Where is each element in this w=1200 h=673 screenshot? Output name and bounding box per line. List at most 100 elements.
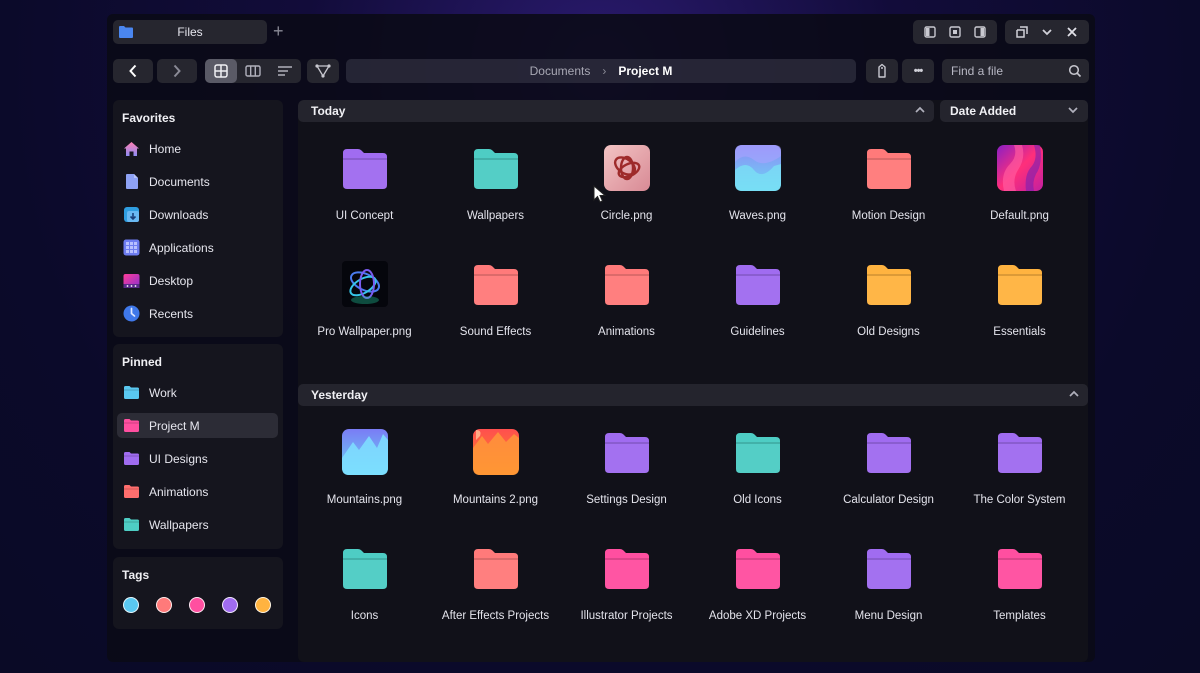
image-thumbnail-icon [603,144,651,192]
grid-view-button[interactable] [205,59,237,83]
item-label: Animations [598,326,655,338]
sidebar-item-wallpapers[interactable]: Wallpapers [117,512,278,537]
more-options-button[interactable]: ••• [902,59,934,83]
image-thumbnail-icon [472,428,520,476]
folder-icon [603,431,651,479]
item-label: Illustrator Projects [580,610,673,622]
folder-item-after-effects-projects[interactable]: After Effects Projects [430,544,561,644]
folder-item-old-designs[interactable]: Old Designs [823,260,954,360]
sidebar-right-toggle-icon[interactable] [971,23,989,41]
tags-title: Tags [122,568,150,582]
folder-item-motion-design[interactable]: Motion Design [823,144,954,244]
sidebar-item-applications[interactable]: Applications [117,235,278,260]
folder-item-wallpapers[interactable]: Wallpapers [430,144,561,244]
item-label: Wallpapers [466,210,525,222]
list-icon [278,66,292,76]
item-label: Adobe XD Projects [708,610,807,622]
section-title: Yesterday [311,388,368,402]
folder-item-calculator-design[interactable]: Calculator Design [823,428,954,528]
chevron-down-icon [1067,104,1079,119]
folder-item-adobe-xd-projects[interactable]: Adobe XD Projects [692,544,823,644]
chevron-up-icon[interactable] [914,104,926,119]
sidebar-item-work[interactable]: Work [117,380,278,405]
folder-icon [996,263,1044,311]
folder-item-old-icons[interactable]: Old Icons [692,428,823,528]
tab-files[interactable]: Files [113,20,267,44]
tag-purple[interactable] [222,597,238,613]
list-view-button[interactable] [269,59,301,83]
folder-item-guidelines[interactable]: Guidelines [692,260,823,360]
column-view-button[interactable] [237,59,269,83]
file-item-waves-png[interactable]: Waves.png [692,144,823,244]
breadcrumb-separator-icon: › [602,64,607,78]
item-label: Pro Wallpaper.png [317,326,412,338]
new-tab-button[interactable]: + [273,21,284,42]
file-item-mountains-2-png[interactable]: Mountains 2.png [430,428,561,528]
sidebar-item-animations[interactable]: Animations [117,479,278,504]
view-mode-switcher [205,59,301,83]
folder-icon [123,384,140,401]
image-thumbnail-icon [341,428,389,476]
folder-item-animations[interactable]: Animations [561,260,692,360]
sort-dropdown[interactable]: Date Added [940,100,1088,122]
sidebar-item-home[interactable]: Home [117,136,278,161]
folder-item-templates[interactable]: Templates [954,544,1085,644]
clock-icon [123,305,140,322]
file-item-default-png[interactable]: Default.png [954,144,1085,244]
file-item-pro-wallpaper-png[interactable]: Pro Wallpaper.png [299,260,430,360]
tag-button[interactable] [866,59,898,83]
forward-button[interactable] [157,59,197,83]
file-item-circle-png[interactable]: Circle.png [561,144,692,244]
breadcrumb-documents[interactable]: Documents [530,64,591,78]
sidebar-item-desktop[interactable]: Desktop [117,268,278,293]
breadcrumb-project-m[interactable]: Project M [618,64,672,78]
back-button[interactable] [113,59,153,83]
tag-blue[interactable] [123,597,139,613]
item-label: Settings Design [586,494,667,506]
sidebar-item-label: Wallpapers [149,517,209,532]
search-icon[interactable] [1068,64,1082,83]
folder-item-menu-design[interactable]: Menu Design [823,544,954,644]
section-header-today[interactable]: Today [298,100,934,122]
tag-orange[interactable] [255,597,271,613]
folder-item-essentials[interactable]: Essentials [954,260,1085,360]
tag-coral[interactable] [156,597,172,613]
tag-pink[interactable] [189,597,205,613]
download-icon [123,206,140,223]
chevron-up-icon[interactable] [1068,388,1080,403]
folder-item-illustrator-projects[interactable]: Illustrator Projects [561,544,692,644]
search-input[interactable] [951,64,1061,78]
item-label: Old Designs [857,326,920,338]
minimize-chevron-icon[interactable] [1038,23,1056,41]
folder-item-ui-concept[interactable]: UI Concept [299,144,430,244]
item-label: Guidelines [730,326,785,338]
sidebar-item-label: Work [149,385,177,400]
search-box [942,59,1089,83]
folder-icon [118,25,134,44]
folder-item-icons[interactable]: Icons [299,544,430,644]
file-item-mountains-png[interactable]: Mountains.png [299,428,430,528]
sidebar-item-recents[interactable]: Recents [117,301,278,326]
sidebar-item-ui-designs[interactable]: UI Designs [117,446,278,471]
folder-icon [472,147,520,195]
center-layout-toggle-icon[interactable] [946,23,964,41]
item-label: Circle.png [600,210,653,222]
sidebar-left-toggle-icon[interactable] [921,23,939,41]
sidebar-item-downloads[interactable]: Downloads [117,202,278,227]
folder-icon [603,263,651,311]
apps-grid-icon [123,239,140,256]
item-label: The Color System [973,494,1066,506]
folder-item-settings-design[interactable]: Settings Design [561,428,692,528]
share-nodes-icon [315,64,331,78]
folder-item-sound-effects[interactable]: Sound Effects [430,260,561,360]
maximize-icon[interactable] [1013,23,1031,41]
folder-item-the-color-system[interactable]: The Color System [954,428,1085,528]
share-button[interactable] [307,59,339,83]
sort-label: Date Added [950,104,1017,118]
sidebar-item-project-m[interactable]: Project M [117,413,278,438]
tab-title: Files [177,25,203,39]
sidebar-item-documents[interactable]: Documents [117,169,278,194]
item-label: Essentials [993,326,1046,338]
close-icon[interactable] [1063,23,1081,41]
section-header-yesterday[interactable]: Yesterday [298,384,1088,406]
